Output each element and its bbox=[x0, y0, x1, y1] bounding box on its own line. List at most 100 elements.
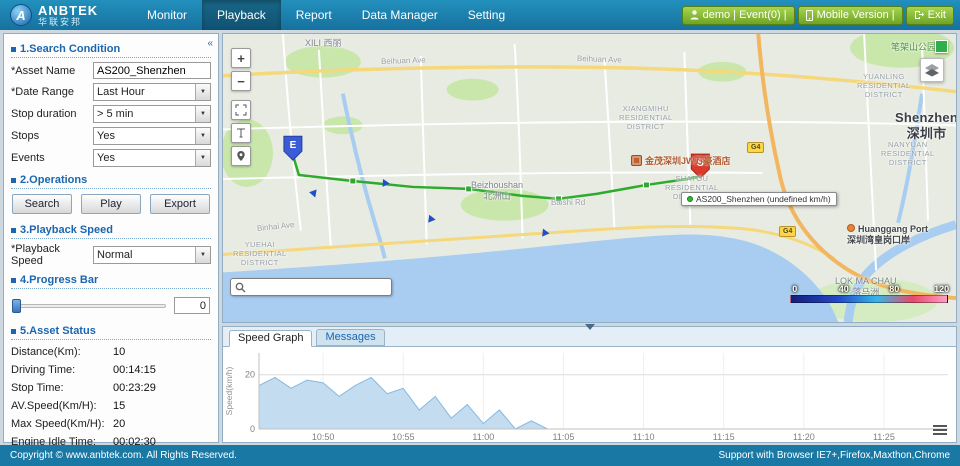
map-overlay-toggle-button[interactable] bbox=[935, 40, 948, 53]
speed-graph-panel: Speed Graph Messages 10:5010:5511:0011:0… bbox=[222, 326, 957, 443]
tab-messages[interactable]: Messages bbox=[316, 329, 384, 346]
speed-legend-gradient bbox=[790, 295, 948, 303]
exit-icon bbox=[914, 10, 924, 20]
stops-label: Stops bbox=[11, 130, 93, 142]
field-events: Events Yes ▼ bbox=[11, 149, 211, 167]
progress-slider-handle[interactable] bbox=[12, 299, 21, 313]
hotel-poi-label[interactable]: 金茂深圳JW万豪酒店 bbox=[631, 154, 731, 167]
brand-logo-icon: A bbox=[10, 4, 32, 26]
measure-button[interactable] bbox=[231, 123, 251, 143]
menu-item-playback[interactable]: Playback bbox=[202, 0, 281, 30]
legend-tick: 0 bbox=[792, 284, 797, 294]
section-title-search: 1.Search Condition bbox=[11, 40, 211, 58]
fit-bounds-button[interactable] bbox=[231, 100, 251, 120]
stops-value: Yes bbox=[97, 130, 195, 142]
hotel-icon bbox=[631, 155, 642, 166]
tab-speed-graph[interactable]: Speed Graph bbox=[229, 330, 312, 347]
field-asset-name: *Asset Name bbox=[11, 62, 211, 79]
section-title-progress: 4.Progress Bar bbox=[11, 271, 211, 289]
date-range-label: *Date Range bbox=[11, 86, 93, 98]
chart-menu-icon[interactable] bbox=[933, 423, 947, 437]
date-range-value: Last Hour bbox=[97, 86, 195, 98]
asset-name-input[interactable] bbox=[93, 62, 211, 79]
top-nav: A ANBTEK 华联安邦 Monitor Playback Report Da… bbox=[0, 0, 960, 30]
end-marker-letter: E bbox=[290, 140, 297, 151]
user-bar: demo | Event(0) | Mobile Version | Exit bbox=[682, 6, 960, 25]
search-button[interactable]: Search bbox=[12, 194, 72, 214]
svg-text:10:50: 10:50 bbox=[312, 432, 335, 442]
events-value: Yes bbox=[97, 152, 195, 164]
footer: Copyright © www.anbtek.com. All Rights R… bbox=[0, 445, 960, 466]
collapse-arrow-icon bbox=[585, 324, 595, 330]
stop-duration-select[interactable]: > 5 min ▼ bbox=[93, 105, 211, 123]
map-label: Baishi Rd bbox=[551, 198, 585, 208]
play-button[interactable]: Play bbox=[81, 194, 141, 214]
user-account-label: demo | Event(0) | bbox=[703, 9, 787, 21]
browser-support-text: Support with Browser IE7+,Firefox,Maxtho… bbox=[719, 450, 950, 461]
map-panel: E S XILI 西丽 Beihuan Ave Beihuan Ave 笔架山公… bbox=[222, 33, 957, 323]
status-row-av-speed: AV.Speed(Km/H): 15 bbox=[11, 400, 211, 412]
playback-speed-label: *Playback Speed bbox=[11, 243, 93, 267]
chevron-down-icon: ▼ bbox=[195, 128, 210, 144]
section-title-playback-speed: 3.Playback Speed bbox=[11, 221, 211, 239]
legend-tick: 120 bbox=[934, 284, 949, 294]
user-icon bbox=[690, 10, 699, 20]
menu-item-setting[interactable]: Setting bbox=[453, 0, 520, 30]
map-label: Beizhoushan 北洲山 bbox=[471, 180, 523, 202]
mobile-version-button[interactable]: Mobile Version | bbox=[798, 6, 903, 25]
progress-value-box[interactable]: 0 bbox=[174, 297, 210, 314]
export-button[interactable]: Export bbox=[150, 194, 210, 214]
svg-text:11:20: 11:20 bbox=[793, 432, 815, 442]
events-select[interactable]: Yes ▼ bbox=[93, 149, 211, 167]
events-label: Events bbox=[11, 152, 93, 164]
status-row-max-speed: Max Speed(Km/H): 20 bbox=[11, 418, 211, 430]
svg-text:11:00: 11:00 bbox=[472, 432, 494, 442]
date-range-select[interactable]: Last Hour ▼ bbox=[93, 83, 211, 101]
legend-tick: 40 bbox=[839, 284, 849, 294]
app-root: A ANBTEK 华联安邦 Monitor Playback Report Da… bbox=[0, 0, 960, 466]
svg-text:11:15: 11:15 bbox=[713, 432, 735, 442]
status-row-distance: Distance(Km): 10 bbox=[11, 346, 211, 358]
section-title-asset-status: 5.Asset Status bbox=[11, 322, 211, 340]
map-label: XIANGMIHU RESIDENTIAL DISTRICT bbox=[619, 104, 673, 131]
svg-text:11:05: 11:05 bbox=[553, 432, 575, 442]
menu-item-monitor[interactable]: Monitor bbox=[132, 0, 202, 30]
field-stops: Stops Yes ▼ bbox=[11, 127, 211, 145]
status-row-driving-time: Driving Time: 00:14:15 bbox=[11, 364, 211, 376]
status-row-stop-time: Stop Time: 00:23:29 bbox=[11, 382, 211, 394]
playback-speed-select[interactable]: Normal ▼ bbox=[93, 246, 211, 264]
asset-name-label: *Asset Name bbox=[11, 65, 93, 77]
stop-time-label: Stop Time: bbox=[11, 382, 113, 394]
map-label: 笔架山公园 bbox=[891, 42, 936, 53]
user-account-button[interactable]: demo | Event(0) | bbox=[682, 6, 795, 25]
copyright-text: Copyright © www.anbtek.com. All Rights R… bbox=[10, 450, 237, 461]
driving-time-label: Driving Time: bbox=[11, 364, 113, 376]
road-shield-g4: G4 bbox=[747, 142, 764, 153]
map-layers-button[interactable] bbox=[920, 58, 944, 82]
stops-select[interactable]: Yes ▼ bbox=[93, 127, 211, 145]
svg-text:20: 20 bbox=[245, 370, 255, 380]
progress-slider-track[interactable] bbox=[12, 304, 166, 308]
svg-text:0: 0 bbox=[250, 424, 255, 434]
playback-speed-value: Normal bbox=[97, 249, 195, 261]
menu-item-data-manager[interactable]: Data Manager bbox=[347, 0, 453, 30]
map-search-input[interactable] bbox=[249, 281, 387, 294]
sidebar-collapse-icon[interactable]: « bbox=[207, 38, 213, 49]
brand: A ANBTEK 华联安邦 bbox=[0, 4, 132, 27]
sidebar: « 1.Search Condition *Asset Name *Date R… bbox=[3, 33, 219, 443]
asset-tooltip-text: AS200_Shenzhen (undefined km/h) bbox=[696, 194, 831, 204]
locate-button[interactable] bbox=[231, 146, 251, 166]
legend-tick: 80 bbox=[889, 284, 899, 294]
av-speed-value: 15 bbox=[113, 400, 125, 412]
map-search-box[interactable] bbox=[230, 278, 392, 296]
panel-collapse-handle[interactable] bbox=[585, 324, 595, 330]
zoom-in-button[interactable]: + bbox=[231, 48, 251, 68]
map-controls: + − bbox=[231, 48, 251, 169]
distance-label: Distance(Km): bbox=[11, 346, 113, 358]
map-label-port: Huanggang Port 深圳湾皇岗口岸 bbox=[847, 224, 928, 246]
search-icon bbox=[235, 282, 246, 293]
menu-item-report[interactable]: Report bbox=[281, 0, 347, 30]
chevron-down-icon: ▼ bbox=[195, 84, 210, 100]
zoom-out-button[interactable]: − bbox=[231, 71, 251, 91]
exit-button[interactable]: Exit bbox=[906, 6, 954, 25]
